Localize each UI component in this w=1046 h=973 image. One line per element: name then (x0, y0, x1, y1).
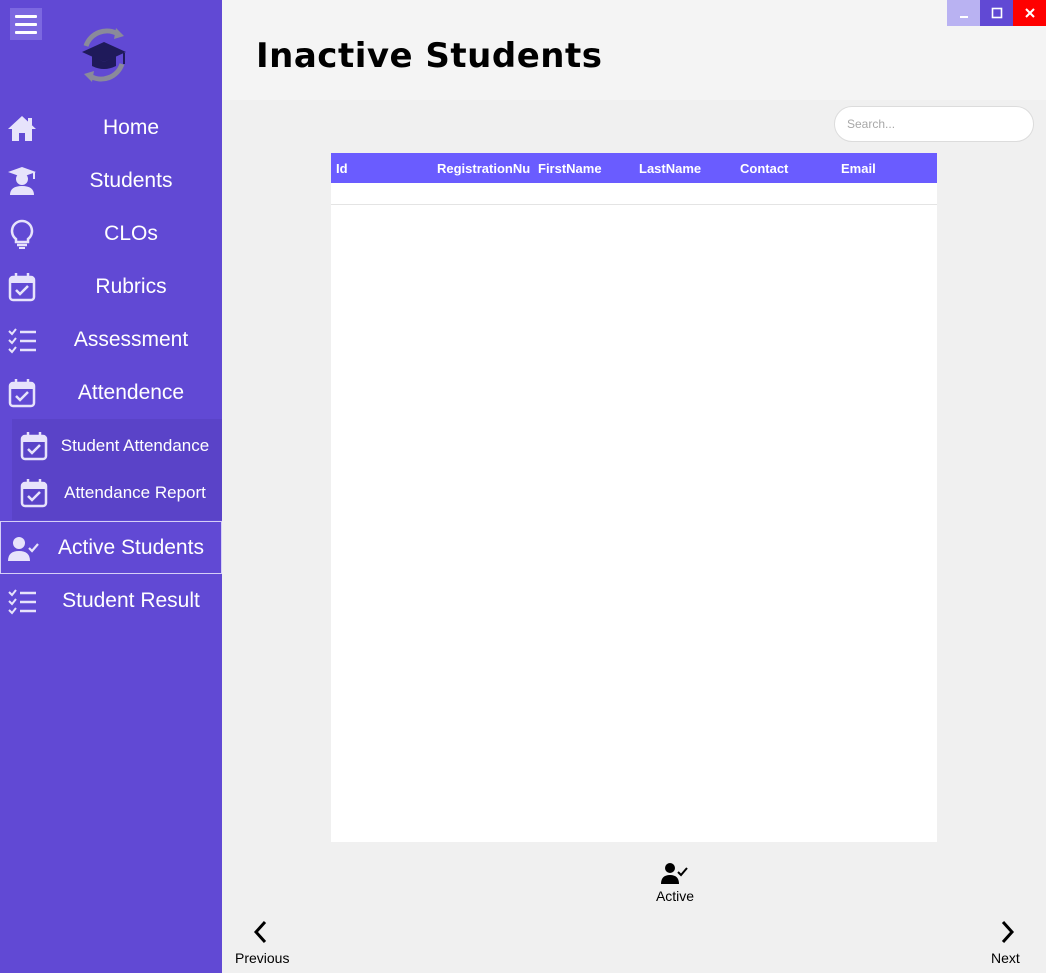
hamburger-icon-bar (15, 22, 37, 26)
hamburger-menu-button[interactable] (10, 8, 42, 40)
graduation-cap-logo (82, 28, 126, 82)
sidebar-item-label: CLOs (104, 222, 158, 245)
sidebar-item-label: Students (89, 169, 173, 192)
sidebar-item-active-students[interactable]: Active Students (0, 521, 222, 574)
sidebar-item-students[interactable]: Students (0, 154, 222, 207)
next-button-label: Next (991, 950, 1020, 966)
student-icon (8, 167, 36, 195)
chevron-right-icon (1001, 920, 1015, 944)
hamburger-icon-bar (15, 14, 37, 18)
sidebar-item-label: Attendence (77, 381, 185, 404)
checklist-icon (8, 589, 36, 615)
sidebar-item-label: Assessment (73, 328, 189, 351)
sidebar-item-label: Rubrics (95, 275, 167, 298)
hamburger-icon-bar (15, 30, 37, 34)
maximize-icon (991, 7, 1002, 19)
students-table: Id RegistrationNu FirstName LastName Con… (331, 153, 937, 842)
close-icon (1024, 8, 1035, 18)
checklist-icon (8, 328, 36, 354)
sidebar-item-label: Home (102, 116, 160, 139)
column-header-registration-number[interactable]: RegistrationNu (437, 153, 531, 183)
calendar-check-icon (8, 379, 36, 408)
previous-button[interactable]: Previous (228, 915, 294, 969)
table-row-empty[interactable] (331, 183, 937, 205)
lightbulb-icon (10, 219, 34, 249)
search-input[interactable] (834, 106, 1034, 142)
column-header-id[interactable]: Id (336, 153, 432, 183)
header: Inactive Students (222, 0, 1046, 100)
sidebar-item-rubrics[interactable]: Rubrics (0, 260, 222, 313)
attendance-submenu: Student Attendance Attendance Report (12, 419, 222, 520)
calendar-check-icon (20, 479, 48, 508)
home-icon (8, 116, 36, 141)
sidebar-item-label: Active Students (58, 536, 204, 559)
page-title: Inactive Students (256, 36, 603, 76)
next-button[interactable]: Next (982, 915, 1028, 969)
submenu-item-label: Attendance Report (64, 483, 206, 502)
submenu-item-student-attendance[interactable]: Student Attendance (12, 422, 222, 469)
calendar-check-icon (20, 432, 48, 461)
sidebar-item-student-result[interactable]: Student Result (0, 574, 222, 627)
user-check-icon (8, 537, 39, 561)
active-button[interactable]: Active (645, 860, 705, 908)
column-header-email[interactable]: Email (841, 153, 937, 183)
column-header-last-name[interactable]: LastName (639, 153, 735, 183)
submenu-item-label: Student Attendance (60, 436, 210, 455)
column-header-contact[interactable]: Contact (740, 153, 836, 183)
active-button-label: Active (655, 888, 695, 904)
chevron-left-icon (253, 920, 267, 944)
sidebar: Home Students CLOs Rubrics Assessment At… (0, 0, 222, 973)
submenu-item-attendance-report[interactable]: Attendance Report (12, 469, 222, 516)
sidebar-item-label: Student Result (62, 589, 200, 612)
window-maximize-button[interactable] (980, 0, 1013, 26)
minimize-icon (959, 16, 968, 18)
user-check-icon (661, 863, 688, 884)
sidebar-item-clos[interactable]: CLOs (0, 207, 222, 260)
sidebar-item-home[interactable]: Home (0, 101, 222, 154)
table-header: Id RegistrationNu FirstName LastName Con… (331, 153, 937, 183)
column-header-first-name[interactable]: FirstName (538, 153, 634, 183)
window-close-button[interactable] (1013, 0, 1046, 26)
sidebar-item-assessment[interactable]: Assessment (0, 313, 222, 366)
window-minimize-button[interactable] (947, 0, 980, 26)
calendar-check-icon (8, 273, 36, 302)
sidebar-item-attendence[interactable]: Attendence (0, 366, 222, 419)
previous-button-label: Previous (235, 950, 290, 966)
